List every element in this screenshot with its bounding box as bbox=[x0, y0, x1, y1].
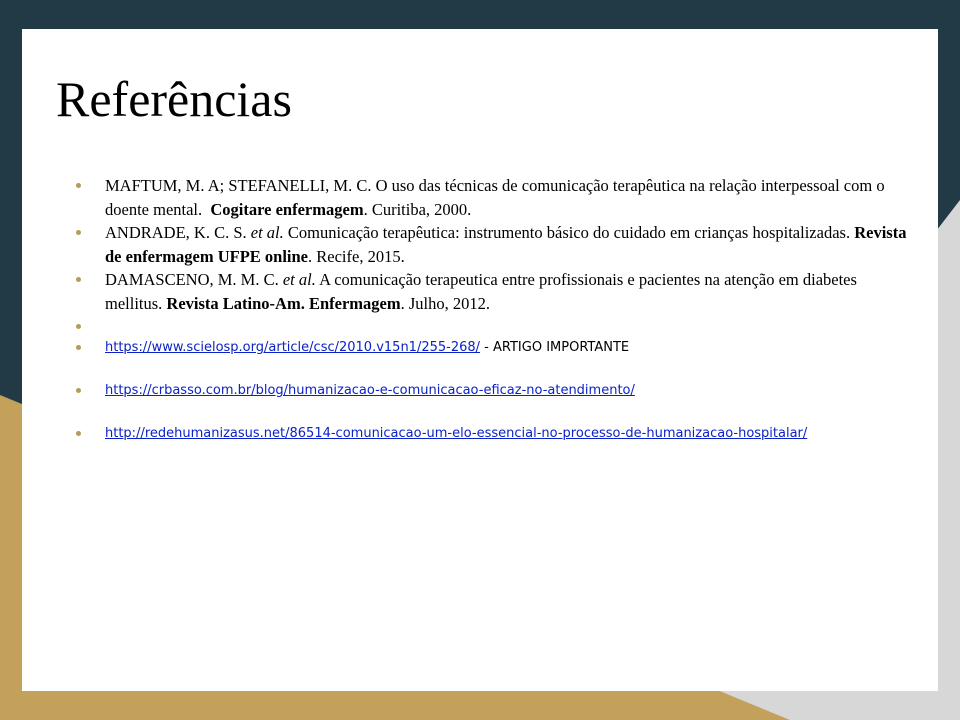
reference-journal: Revista Latino-Am. Enfermagem bbox=[166, 293, 401, 313]
link-item: http://redehumanizasus.net/86514-comunic… bbox=[76, 424, 916, 443]
references-list: MAFTUM, M. A; STEFANELLI, M. C. O uso da… bbox=[76, 174, 916, 443]
reference-link[interactable]: https://www.scielosp.org/article/csc/201… bbox=[105, 340, 480, 355]
reference-title: Comunicação terapêutica: instrumento bás… bbox=[287, 223, 851, 242]
reference-item: DAMASCENO, M. M. C. et al. A comunicação… bbox=[76, 268, 916, 315]
reference-link[interactable]: http://redehumanizasus.net/86514-comunic… bbox=[105, 426, 807, 441]
reference-authors: ANDRADE, K. C. S. bbox=[105, 223, 247, 242]
reference-details: . Curitiba, 2000. bbox=[363, 199, 472, 219]
reference-details: . Recife, 2015. bbox=[308, 246, 405, 266]
reference-item: ANDRADE, K. C. S. et al. Comunicação ter… bbox=[76, 221, 916, 268]
reference-link[interactable]: https://crbasso.com.br/blog/humanizacao-… bbox=[105, 383, 635, 398]
reference-item: MAFTUM, M. A; STEFANELLI, M. C. O uso da… bbox=[76, 174, 916, 221]
slide-title: Referências bbox=[56, 71, 292, 127]
reference-text: DAMASCENO, M. M. C. et al. A comunicação… bbox=[105, 270, 857, 313]
reference-text: MAFTUM, M. A; STEFANELLI, M. C. O uso da… bbox=[105, 176, 885, 219]
reference-details: . Julho, 2012. bbox=[400, 293, 490, 313]
reference-text: ANDRADE, K. C. S. et al. Comunicação ter… bbox=[105, 223, 906, 266]
reference-journal: Cogitare enfermagem bbox=[210, 199, 364, 219]
reference-et-al: et al. bbox=[250, 223, 284, 242]
empty-list-item bbox=[76, 315, 916, 338]
link-item: https://crbasso.com.br/blog/humanizacao-… bbox=[76, 381, 916, 400]
link-item: https://www.scielosp.org/article/csc/201… bbox=[76, 338, 916, 357]
link-note: - ARTIGO IMPORTANTE bbox=[480, 340, 630, 355]
reference-authors: DAMASCENO, M. M. C. bbox=[105, 270, 279, 289]
reference-et-al: et al. bbox=[282, 270, 316, 289]
slide-content-panel: Referências MAFTUM, M. A; STEFANELLI, M.… bbox=[22, 29, 938, 691]
